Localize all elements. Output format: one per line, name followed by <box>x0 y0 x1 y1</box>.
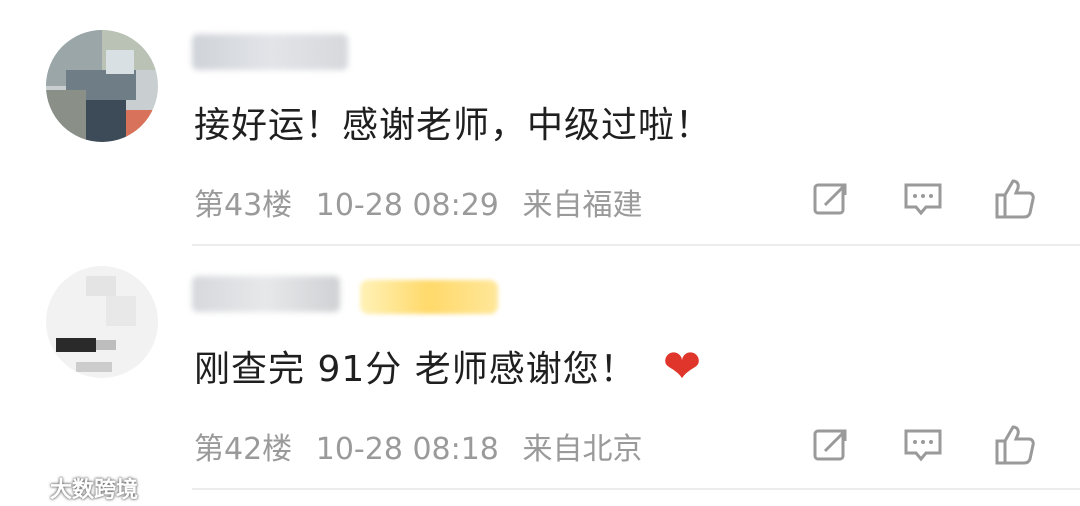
comment-item: 接好运！感谢老师，中级过啦！ 第43楼 10-28 08:29 来自福建 <box>0 0 1080 246</box>
reply-icon <box>904 183 942 216</box>
comment-actions <box>808 176 1038 222</box>
floor-number: 第43楼 <box>194 188 293 223</box>
member-badge-blurred <box>360 280 498 314</box>
reply-button[interactable] <box>900 422 946 468</box>
username-blurred[interactable] <box>192 34 348 70</box>
comment-time: 10-28 08:29 <box>315 188 499 223</box>
comment-text: 刚查完 91分 老师感谢您！ ❤ <box>194 340 702 392</box>
divider <box>192 488 1080 490</box>
avatar[interactable] <box>46 30 158 142</box>
like-button[interactable] <box>992 422 1038 468</box>
share-button[interactable] <box>808 422 854 468</box>
share-icon <box>813 183 847 215</box>
floor-number: 第42楼 <box>194 432 293 467</box>
reply-icon <box>904 429 942 462</box>
like-icon <box>995 179 1035 219</box>
comment-location: 来自北京 <box>522 432 643 467</box>
heart-emoji: ❤ <box>662 339 703 393</box>
share-icon <box>813 429 847 461</box>
comment-text-body: 刚查完 91分 老师感谢您！ <box>194 349 637 390</box>
comment-item: 刚查完 91分 老师感谢您！ ❤ 第42楼 10-28 08:18 来自北京 <box>0 246 1080 490</box>
watermark-text: 大数跨境 <box>50 478 139 503</box>
username-blurred[interactable] <box>192 276 340 312</box>
comment-meta: 第42楼 10-28 08:18 来自北京 <box>194 424 656 468</box>
like-icon <box>995 425 1035 465</box>
share-button[interactable] <box>808 176 854 222</box>
watermark: 大数跨境 <box>8 472 138 504</box>
avatar[interactable] <box>46 266 158 378</box>
comment-text: 接好运！感谢老师，中级过啦！ <box>194 105 713 146</box>
watermark-logo-icon <box>8 478 42 498</box>
comment-location: 来自福建 <box>522 188 643 223</box>
comment-actions <box>808 422 1038 468</box>
comment-time: 10-28 08:18 <box>315 432 499 467</box>
like-button[interactable] <box>992 176 1038 222</box>
reply-button[interactable] <box>900 176 946 222</box>
comment-meta: 第43楼 10-28 08:29 来自福建 <box>194 180 656 224</box>
